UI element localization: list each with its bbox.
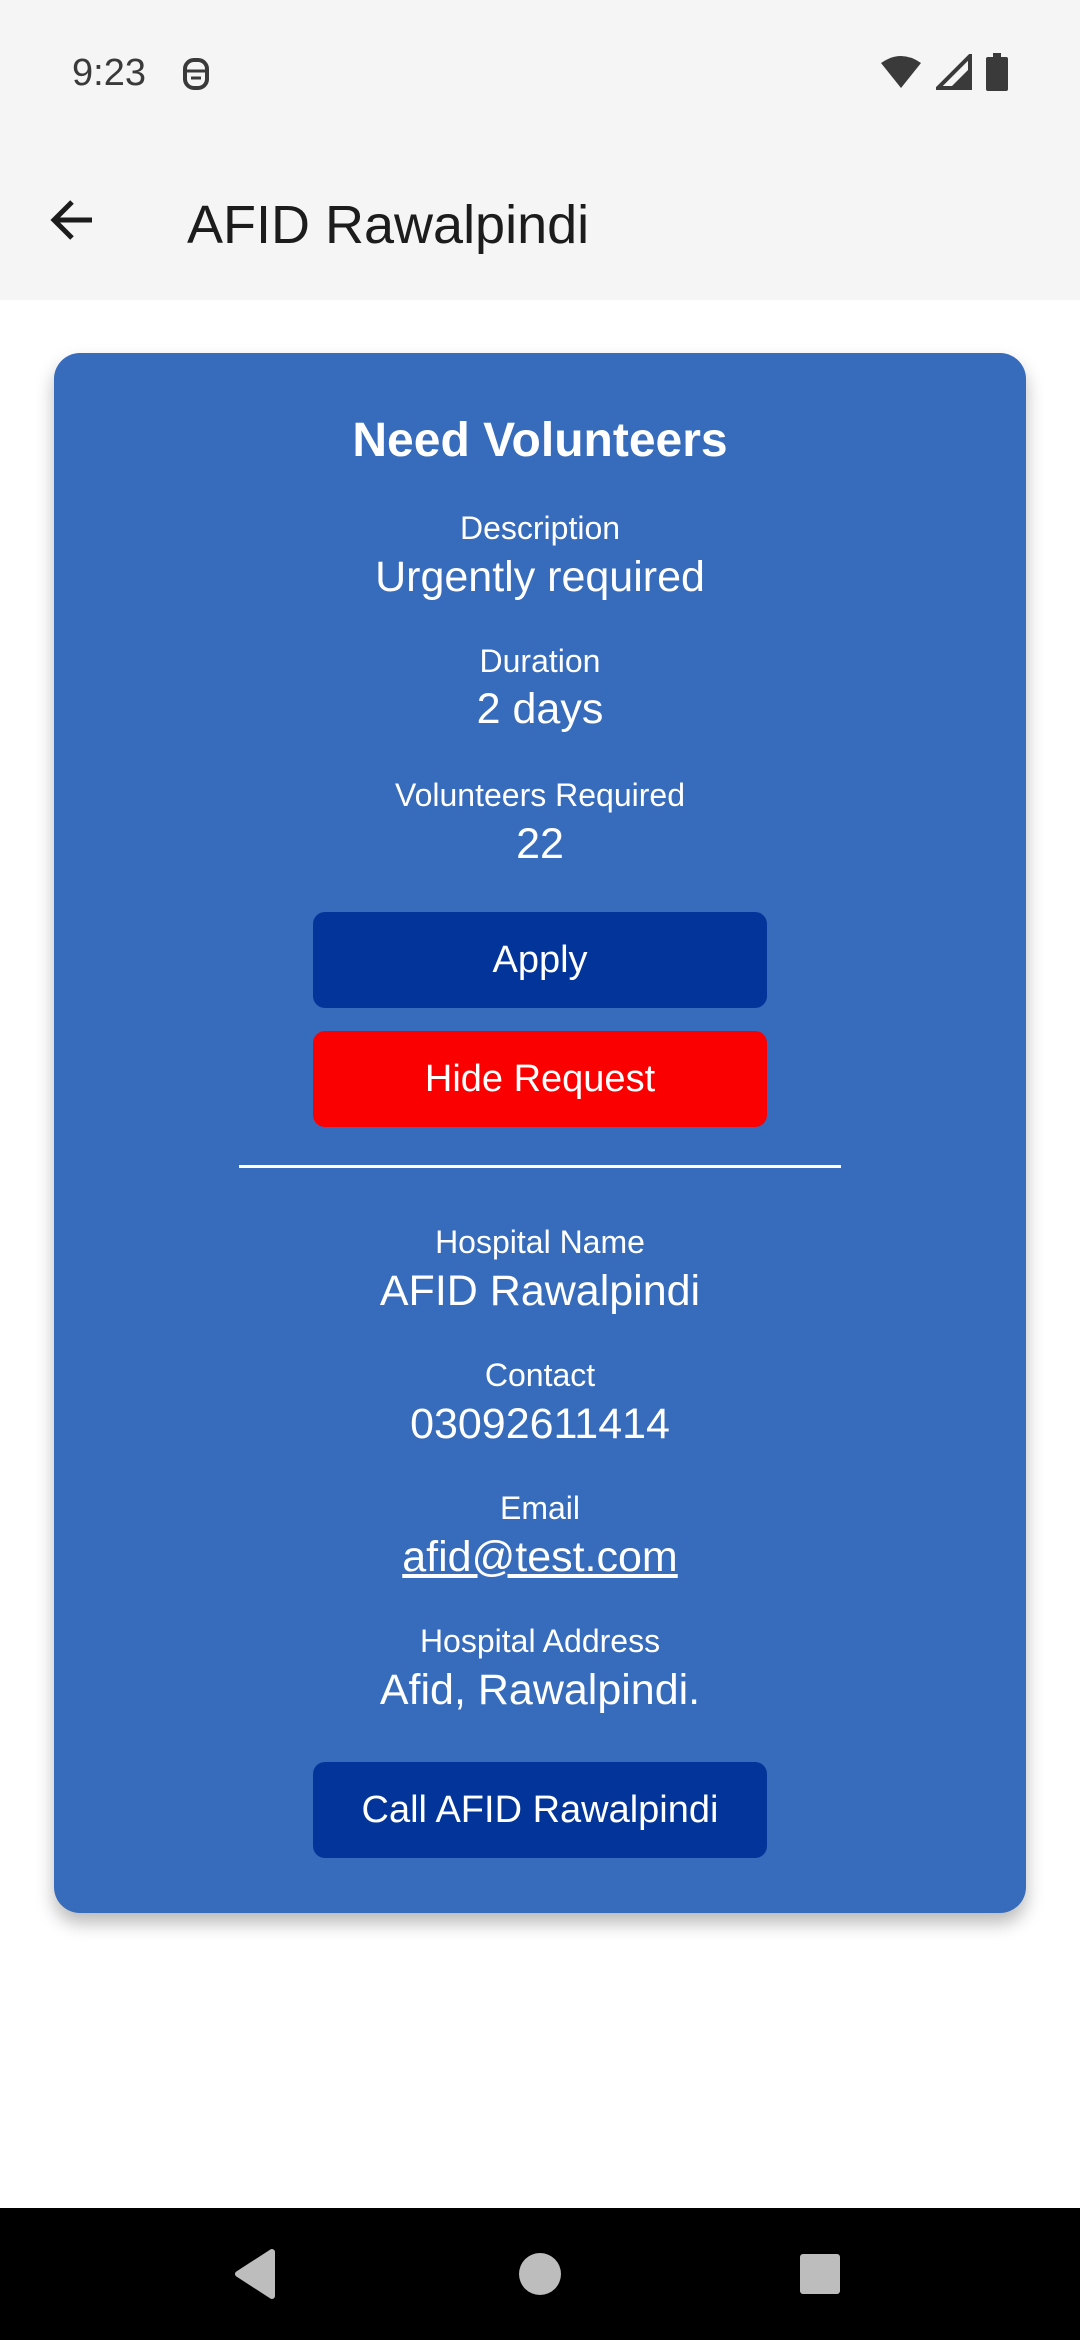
arrow-back-icon — [48, 196, 96, 249]
hospital-address-value: Afid, Rawalpindi. — [379, 1666, 701, 1714]
screen: 9:23 AFID Rawalpindi Need Volunteers Des… — [0, 0, 1080, 2340]
description-label: Description — [459, 510, 621, 546]
duration-label: Duration — [479, 643, 601, 679]
volunteers-required-value: 22 — [516, 820, 564, 868]
notification-icon — [180, 56, 212, 92]
volunteers-required-label: Volunteers Required — [395, 777, 685, 813]
status-time: 9:23 — [72, 52, 146, 94]
app-bar: AFID Rawalpindi — [0, 150, 1080, 300]
back-button[interactable] — [36, 186, 108, 258]
hospital-name-value: AFID Rawalpindi — [379, 1267, 701, 1315]
status-icons — [880, 50, 1008, 96]
battery-icon — [986, 52, 1008, 96]
contact-label: Contact — [484, 1357, 596, 1393]
status-bar: 9:23 — [0, 0, 1080, 150]
apply-button[interactable]: Apply — [313, 912, 767, 1008]
card-title: Need Volunteers — [352, 414, 728, 467]
recents-square-icon[interactable] — [790, 2244, 850, 2304]
system-nav-bar — [0, 2208, 1080, 2340]
hide-request-button[interactable]: Hide Request — [313, 1031, 767, 1127]
back-triangle-icon[interactable] — [226, 2244, 286, 2304]
email-link[interactable]: afid@test.com — [54, 1533, 1026, 1582]
page-title: AFID Rawalpindi — [187, 195, 590, 255]
contact-value: 03092611414 — [410, 1400, 670, 1448]
volunteer-request-card: Need Volunteers Description Urgently req… — [54, 353, 1026, 1913]
wifi-icon — [880, 55, 922, 94]
hospital-address-label: Hospital Address — [419, 1623, 661, 1659]
call-hospital-button[interactable]: Call AFID Rawalpindi — [313, 1762, 767, 1858]
signal-icon — [933, 50, 972, 95]
home-circle-icon[interactable] — [510, 2244, 570, 2304]
description-value: Urgently required — [375, 553, 705, 601]
hospital-name-label: Hospital Name — [435, 1224, 645, 1260]
divider — [239, 1165, 841, 1168]
email-label: Email — [499, 1490, 580, 1526]
duration-value: 2 days — [476, 685, 604, 733]
